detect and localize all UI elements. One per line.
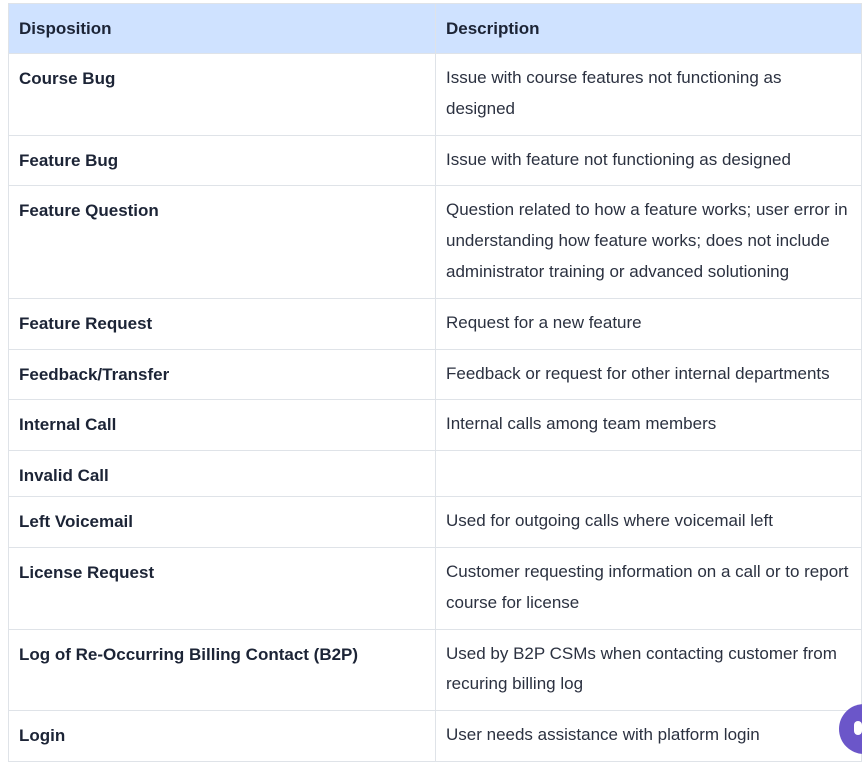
description-cell: Used by B2P CSMs when contacting custome… [435, 628, 862, 712]
disposition-cell: Course Bug [8, 53, 436, 136]
description-cell: Customer requesting information on a cal… [435, 546, 862, 630]
disposition-cell: Internal Call [8, 399, 436, 452]
table-row: Feature Request Request for a new featur… [8, 297, 862, 350]
page: Disposition Description Course Bug Issue… [0, 0, 862, 783]
description-cell: Issue with course features not functioni… [435, 53, 862, 136]
header-disposition: Disposition [8, 3, 436, 54]
description-cell: User needs assistance with platform logi… [435, 710, 862, 762]
table-row: Feedback/Transfer Feedback or request fo… [8, 348, 862, 401]
table-header-row: Disposition Description [8, 3, 862, 54]
description-cell: Question related to how a feature works;… [435, 185, 862, 299]
description-cell: Request for a new feature [435, 297, 862, 350]
description-cell: Issue with feature not functioning as de… [435, 134, 862, 187]
disposition-cell: Feature Question [8, 185, 436, 299]
disposition-cell: Feedback/Transfer [8, 348, 436, 401]
disposition-cell: Login [8, 710, 436, 762]
table-row: Feature Bug Issue with feature not funct… [8, 134, 862, 187]
chat-icon [854, 721, 862, 735]
table-row: Left Voicemail Used for outgoing calls w… [8, 496, 862, 548]
disposition-cell: Invalid Call [8, 450, 436, 498]
disposition-cell: Left Voicemail [8, 496, 436, 548]
disposition-table: Disposition Description Course Bug Issue… [8, 3, 862, 762]
disposition-cell: Log of Re-Occurring Billing Contact (B2P… [8, 628, 436, 712]
table-row: Course Bug Issue with course features no… [8, 53, 862, 136]
header-description: Description [435, 3, 862, 54]
table-row: Invalid Call [8, 450, 862, 498]
table-row: Login User needs assistance with platfor… [8, 710, 862, 762]
description-cell: Feedback or request for other internal d… [435, 348, 862, 401]
description-cell: Used for outgoing calls where voicemail … [435, 496, 862, 548]
table-row: Feature Question Question related to how… [8, 185, 862, 299]
table-row: Log of Re-Occurring Billing Contact (B2P… [8, 628, 862, 712]
description-cell [435, 450, 862, 498]
disposition-cell: License Request [8, 546, 436, 630]
disposition-cell: Feature Request [8, 297, 436, 350]
table-row: License Request Customer requesting info… [8, 546, 862, 630]
disposition-cell: Feature Bug [8, 134, 436, 187]
table-row: Internal Call Internal calls among team … [8, 399, 862, 452]
description-cell: Internal calls among team members [435, 399, 862, 452]
